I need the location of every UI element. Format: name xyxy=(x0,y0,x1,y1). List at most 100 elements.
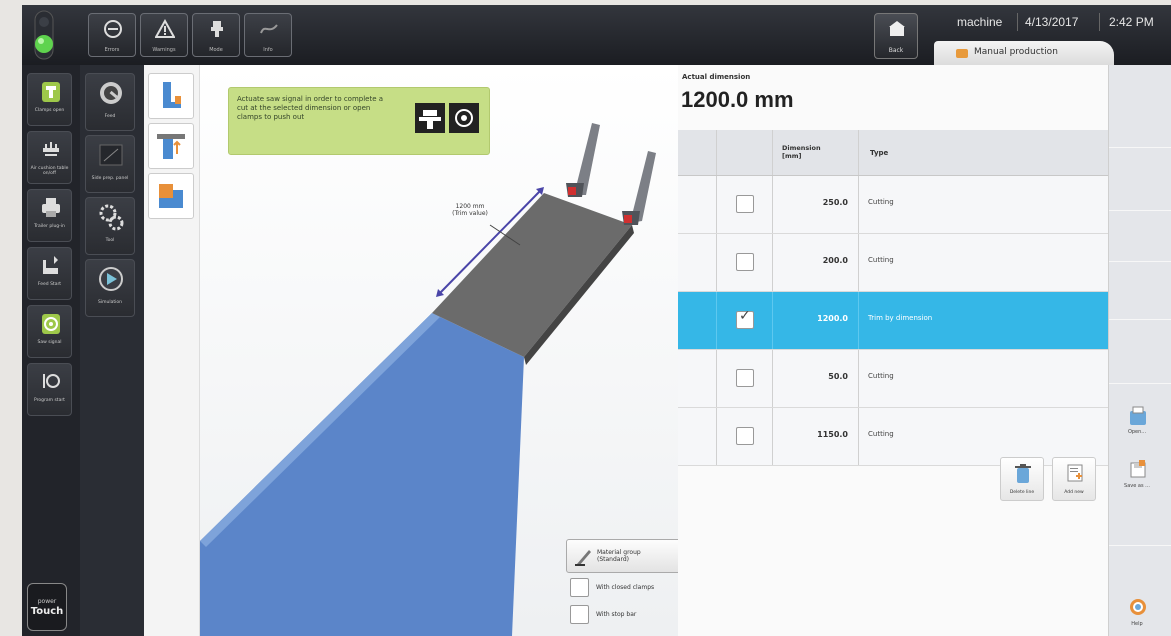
time-display: 2:42 PM xyxy=(1109,15,1154,29)
info-button[interactable]: Info xyxy=(244,13,292,57)
tool-button[interactable]: Tool xyxy=(85,197,135,255)
column-divider xyxy=(716,350,717,407)
table-row[interactable]: 50.0 Cutting xyxy=(678,350,1108,408)
help-label: Help xyxy=(1131,621,1143,627)
row-checkbox[interactable]: ✓ xyxy=(736,308,754,329)
column-divider xyxy=(716,408,717,465)
back-label: Back xyxy=(888,47,904,54)
actual-dimension-label: Actual dimension xyxy=(682,73,751,81)
feed-label: Feed xyxy=(104,114,116,119)
row-dimension: 50.0 xyxy=(828,372,848,381)
hint-box: Actuate saw signal in order to complete … xyxy=(228,87,490,155)
program-start-label: Program start xyxy=(34,398,65,403)
save-icon xyxy=(1130,460,1146,478)
panel-icon xyxy=(99,144,123,166)
program-start-button[interactable]: Program start xyxy=(27,363,72,416)
checkmark-icon: ✓ xyxy=(739,308,751,324)
tool-label: Tool xyxy=(105,238,115,243)
row-type: Cutting xyxy=(868,430,894,438)
back-button[interactable]: Back xyxy=(874,13,918,59)
brand-touch: Touch xyxy=(30,606,64,617)
machine-home-icon xyxy=(889,21,905,36)
column-divider xyxy=(772,408,773,465)
tab-view-side[interactable] xyxy=(148,73,194,119)
trim-dimension-caption: (Trim value) xyxy=(452,210,488,217)
clamp-icon xyxy=(42,82,60,102)
open-file-icon xyxy=(1130,406,1146,425)
column-divider xyxy=(772,176,773,233)
row-dimension: 1150.0 xyxy=(817,430,848,439)
clamps-open-button[interactable]: Clamps open xyxy=(27,73,72,126)
row-type: Trim by dimension xyxy=(868,314,933,322)
table-row[interactable]: ✓ 1200.0 Trim by dimension xyxy=(678,292,1108,350)
machine-3d-view: Actuate saw signal in order to complete … xyxy=(200,65,688,636)
right-toolbar: Open... Save as ... Help xyxy=(1108,65,1171,636)
column-divider xyxy=(772,234,773,291)
view-tabs xyxy=(144,65,200,636)
dimension-header-line1: Dimension xyxy=(782,144,821,152)
warnings-button[interactable]: Warnings xyxy=(140,13,188,57)
tab-manual-production[interactable]: Manual production xyxy=(934,41,1114,65)
row-checkbox[interactable] xyxy=(736,253,754,271)
dimension-column-header: Dimension [mm] xyxy=(782,144,821,160)
table-row[interactable]: 200.0 Cutting xyxy=(678,234,1108,292)
closed-clamps-checkbox[interactable] xyxy=(570,578,589,597)
table-row[interactable]: 1150.0 Cutting xyxy=(678,408,1108,466)
feed-start-label: Feed Start xyxy=(37,282,62,287)
stop-bar-checkbox[interactable] xyxy=(570,605,589,624)
open-button[interactable]: Open... xyxy=(1117,403,1157,443)
column-divider xyxy=(858,130,859,175)
graph-icon xyxy=(260,24,278,34)
trim-dimension-label: 1200 mm (Trim value) xyxy=(440,203,500,217)
app-screen: Errors Warnings Mode Info Back machine 4… xyxy=(22,5,1171,636)
column-divider xyxy=(716,130,717,175)
mode-button[interactable]: Mode xyxy=(192,13,240,57)
actual-dimension-value: 1200.0 mm xyxy=(681,87,794,112)
header-divider xyxy=(1099,13,1100,31)
magnifier-icon xyxy=(100,82,122,104)
secondary-sidebar: Feed Side prep. panel Tool Simulation xyxy=(80,65,144,636)
trailer-plugin-button[interactable]: Trailer plug-in xyxy=(27,189,72,242)
production-tab-label: Manual production xyxy=(974,47,1058,57)
feed-button[interactable]: Feed xyxy=(85,73,135,131)
dimension-panel: Actual dimension 1200.0 mm Dimension [mm… xyxy=(678,65,1108,636)
machine-icon xyxy=(211,21,223,37)
date-display: 4/13/2017 xyxy=(1025,15,1079,29)
errors-button[interactable]: Errors xyxy=(88,13,136,57)
table-header: Dimension [mm] Type xyxy=(678,130,1108,176)
save-as-button[interactable]: Save as ... xyxy=(1117,457,1157,497)
row-checkbox[interactable] xyxy=(736,427,754,445)
errors-label: Errors xyxy=(104,47,120,53)
row-checkbox[interactable] xyxy=(736,369,754,387)
tab-view-layout[interactable] xyxy=(148,173,194,219)
column-divider xyxy=(858,350,859,407)
help-button[interactable]: Help xyxy=(1117,595,1157,635)
add-new-button[interactable]: Add new xyxy=(1052,457,1096,501)
simulation-button[interactable]: Simulation xyxy=(85,259,135,317)
column-divider xyxy=(858,408,859,465)
column-divider xyxy=(858,176,859,233)
delete-line-button[interactable]: Delete line xyxy=(1000,457,1044,501)
side-prep-panel-label: Side prep. panel xyxy=(91,176,129,181)
saw-signal-button[interactable]: Saw signal xyxy=(27,305,72,358)
powertouch-button[interactable]: power Touch xyxy=(27,583,67,631)
table-row[interactable]: 250.0 Cutting xyxy=(678,176,1108,234)
printer-icon xyxy=(42,198,60,217)
side-prep-panel-button[interactable]: Side prep. panel xyxy=(85,135,135,193)
toolbar-divider xyxy=(1109,210,1171,211)
row-type: Cutting xyxy=(868,256,894,264)
row-checkbox[interactable] xyxy=(736,195,754,213)
trash-icon xyxy=(1015,464,1031,483)
save-as-label: Save as ... xyxy=(1124,483,1150,489)
saw-signal-label: Saw signal xyxy=(37,340,62,345)
header-divider xyxy=(1017,13,1018,31)
dimension-table: Dimension [mm] Type 250.0 Cutting 200.0 Cut… xyxy=(678,130,1108,466)
feed-start-button[interactable]: Feed Start xyxy=(27,247,72,300)
air-cushion-label: Air cushion table on/off xyxy=(30,166,69,176)
material-group-button[interactable]: Material group (Standard) xyxy=(566,539,688,573)
type-column-header: Type xyxy=(870,149,889,157)
air-cushion-button[interactable]: Air cushion table on/off xyxy=(27,131,72,184)
column-divider xyxy=(772,350,773,407)
tab-view-clamp[interactable] xyxy=(148,123,194,169)
trailer-plugin-label: Trailer plug-in xyxy=(34,224,65,229)
